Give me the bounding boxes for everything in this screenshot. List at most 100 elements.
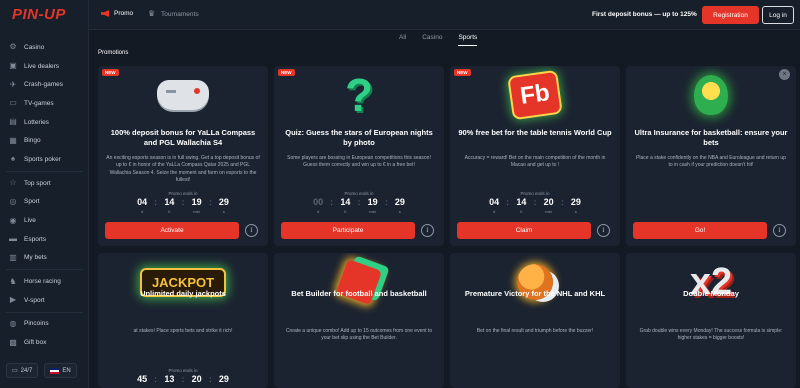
sidebar-item-gift-box[interactable]: ▩ Gift box (0, 333, 89, 352)
bingo-icon: ▦ (9, 135, 17, 145)
filter-sports[interactable]: Sports (458, 34, 478, 46)
live-icon: ◉ (9, 215, 17, 225)
go-button[interactable]: Go! (633, 222, 767, 239)
sidebar-item-esports[interactable]: ▬ Esports (0, 230, 89, 249)
timer-unit: h (520, 209, 523, 214)
card-description: Grab double wins every Monday! The succe… (639, 328, 783, 342)
timer-minutes: 20 (191, 374, 202, 384)
pin-up-logo[interactable]: PIN-UP (12, 6, 66, 23)
sidebar-item-horse-racing[interactable]: ♞ Horse racing (0, 272, 89, 291)
sidebar-item-label: Top sport (24, 179, 51, 187)
card-description: Place a stake confidently on the NBA and… (636, 155, 786, 169)
quiz-art: ? (274, 66, 444, 124)
gamepad-icon (157, 80, 209, 110)
promo-card: Fb NEW 90% free bet for the table tennis… (450, 66, 620, 246)
filter-casino[interactable]: Casino (422, 34, 442, 46)
timer-unit: d (493, 209, 496, 214)
top-sport-icon: ☆ (9, 178, 17, 188)
sidebar-item-lotteries[interactable]: ▤ Lotteries (0, 113, 89, 132)
info-icon[interactable]: i (597, 224, 610, 237)
card-title: Premature Victory for the NHL and KHL (464, 289, 606, 298)
login-button[interactable]: Log in (762, 6, 794, 24)
sidebar-item-crash-games[interactable]: ✈ Crash-games (0, 75, 89, 94)
sidebar-item-v-sport[interactable]: ▶ V-sport (0, 291, 89, 310)
language-button[interactable]: EN (44, 363, 77, 378)
premature-victory-art (450, 253, 620, 311)
sport-ball-icon: ◎ (9, 196, 17, 206)
sidebar-item-label: Live dealers (24, 62, 60, 70)
timer-seconds: 29 (394, 197, 405, 207)
timer-seconds: 29 (218, 374, 229, 384)
sidebar-divider (6, 170, 83, 172)
new-badge: NEW (102, 69, 119, 76)
new-badge: NEW (454, 69, 471, 76)
sidebar-item-my-bets[interactable]: ▥ My bets (0, 249, 89, 268)
sidebar-item-label: Casino (24, 43, 45, 51)
card-title: 100% deposit bonus for YaLLa Compass and… (110, 128, 256, 147)
insurance-art (626, 66, 796, 124)
info-icon[interactable]: i (245, 224, 258, 237)
info-icon[interactable]: i (421, 224, 434, 237)
timer-days: 04 (137, 197, 148, 207)
card-title: Double Monday (683, 289, 739, 298)
timer-hours: 13 (164, 374, 175, 384)
card-title: Unlimited daily jackpots (140, 289, 226, 298)
sidebar-item-sports-poker[interactable]: ♠ Sports poker (0, 150, 89, 169)
promo-ends-label: Promo ends in (344, 191, 374, 196)
registration-button[interactable]: Registration (702, 6, 759, 24)
countdown-timer: 04 d: 14 h: 20 min: 29 s (489, 197, 581, 214)
support-button[interactable]: ▭ 24/7 (6, 363, 39, 378)
sidebar-item-pincoins[interactable]: ◍ Pincoins (0, 315, 89, 334)
sidebar-item-live[interactable]: ◉ Live (0, 211, 89, 230)
sidebar-item-label: Lotteries (24, 118, 49, 126)
info-icon[interactable]: i (773, 224, 786, 237)
activate-button[interactable]: Activate (105, 222, 239, 239)
live-dealers-icon: ▣ (9, 61, 17, 71)
language-label: EN (62, 367, 71, 374)
sidebar-item-label: My bets (24, 254, 47, 262)
close-icon[interactable]: × (779, 69, 790, 80)
tab-promo-label: Promo (114, 10, 134, 17)
chat-icon: ▭ (12, 368, 18, 374)
question-mark-icon: ? (344, 69, 374, 121)
filter-all[interactable]: All (399, 34, 406, 46)
double-monday-art: x2 (626, 253, 796, 311)
timer-unit: s (398, 209, 401, 214)
bonus-banner-text: First deposit bonus — up to 125% (592, 11, 697, 18)
crash-games-icon: ✈ (9, 79, 17, 89)
tab-tournaments[interactable]: ♛ Tournaments (148, 10, 199, 18)
sidebar-item-casino[interactable]: ⚙ Casino (0, 38, 89, 57)
sidebar-item-label: Crash-games (24, 81, 64, 89)
sidebar-item-bingo[interactable]: ▦ Bingo (0, 131, 89, 150)
timer-minutes: 19 (367, 197, 378, 207)
sidebar-item-tv-games[interactable]: ▭ TV-games (0, 94, 89, 113)
promo-card: JACKPOT Unlimited daily jackpots at stak… (98, 253, 268, 388)
sidebar-item-label: Bingo (24, 137, 41, 145)
promo-card: NEW 100% deposit bonus for YaLLa Compass… (98, 66, 268, 246)
trophy-icon: ♛ (148, 9, 156, 18)
timer-unit: h (168, 209, 171, 214)
sidebar-menu: ⚙ Casino ▣ Live dealers ✈ Crash-games ▭ TV-g… (0, 38, 89, 352)
gamepad-art (98, 66, 268, 124)
sidebar-item-live-dealers[interactable]: ▣ Live dealers (0, 57, 89, 76)
gamepad-icon: ▬ (9, 234, 17, 244)
timer-days: 04 (489, 197, 500, 207)
gift-icon: ▩ (9, 337, 17, 347)
sidebar-item-label: V-sport (24, 296, 45, 304)
sidebar-item-sport[interactable]: ◎ Sport (0, 193, 89, 212)
timer-unit: h (344, 209, 347, 214)
new-badge: NEW (278, 69, 295, 76)
card-description: at stakes! Place sports bets and strike … (133, 328, 233, 334)
card-description: Some players are bossing in European com… (287, 155, 431, 169)
participate-button[interactable]: Participate (281, 222, 415, 239)
claim-button[interactable]: Claim (457, 222, 591, 239)
timer-unit: min (193, 209, 200, 214)
timer-seconds: 29 (218, 197, 229, 207)
promo-card: x2 Double Monday Grab double wins every … (626, 253, 796, 388)
sidebar-item-label: Esports (24, 235, 47, 243)
card-title: 90% free bet for the table tennis World … (458, 128, 612, 137)
promo-card: Bet Builder for football and basketball … (274, 253, 444, 388)
bet-builder-art (274, 253, 444, 311)
sidebar-item-top-sport[interactable]: ☆ Top sport (0, 174, 89, 193)
tab-promo[interactable]: Promo (101, 10, 133, 17)
